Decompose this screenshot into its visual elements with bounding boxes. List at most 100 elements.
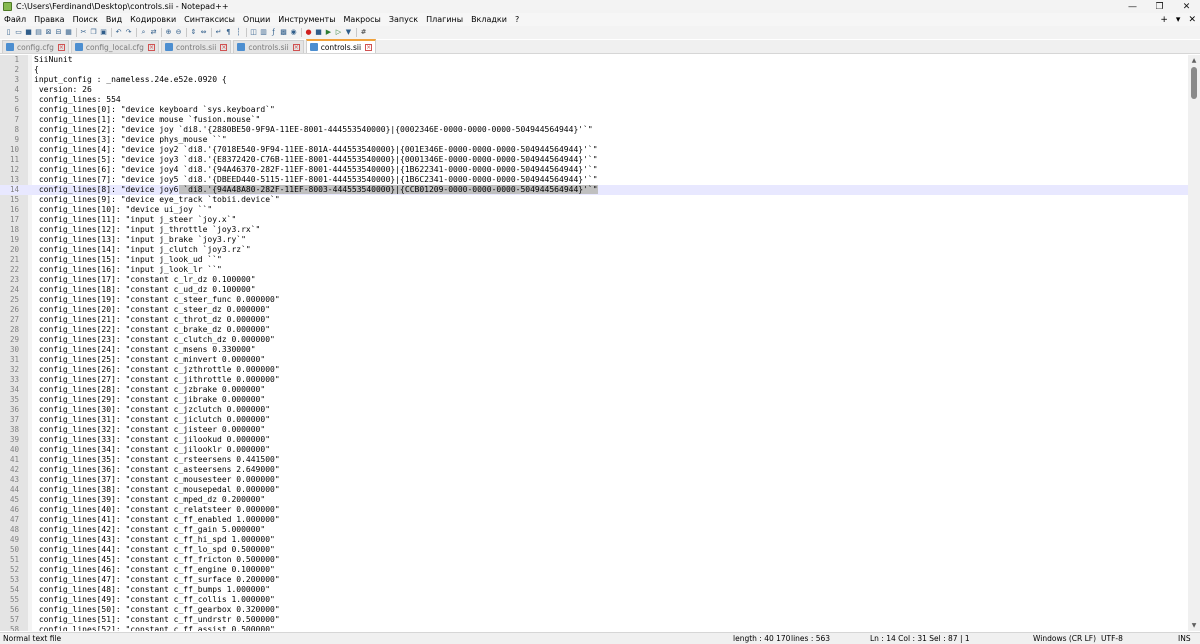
editor-line[interactable]: 10 config_lines[4]: "device joy2 `di8.'{…: [0, 145, 1188, 155]
close-window-button[interactable]: ✕: [1173, 0, 1200, 13]
editor-line[interactable]: 33 config_lines[27]: "constant c_jithrot…: [0, 375, 1188, 385]
editor-line[interactable]: 16 config_lines[10]: "device ui_joy ``": [0, 205, 1188, 215]
editor-line[interactable]: 4 version: 26: [0, 85, 1188, 95]
editor-line[interactable]: 2{: [0, 65, 1188, 75]
scroll-up-arrow-icon[interactable]: ▲: [1188, 57, 1200, 64]
play-macro-icon[interactable]: ▶: [324, 28, 333, 37]
menu-item-1[interactable]: Правка: [30, 15, 68, 24]
editor-line[interactable]: 45 config_lines[39]: "constant c_mped_dz…: [0, 495, 1188, 505]
line-text[interactable]: config_lines[33]: "constant c_jilookud 0…: [34, 435, 270, 445]
line-text[interactable]: {: [34, 65, 39, 75]
tab-0[interactable]: config.cfg ×: [2, 40, 69, 53]
menu-item-12[interactable]: ?: [511, 15, 523, 24]
line-text[interactable]: config_lines[21]: "constant c_throt_dz 0…: [34, 315, 270, 325]
indent-guide-icon[interactable]: ┆: [234, 28, 243, 37]
menu-item-0[interactable]: Файл: [0, 15, 30, 24]
line-text[interactable]: SiiNunit: [34, 55, 73, 65]
line-text[interactable]: config_lines[35]: "constant c_rsteersens…: [34, 455, 280, 465]
editor-line[interactable]: 6 config_lines[0]: "device keyboard `sys…: [0, 105, 1188, 115]
editor-line[interactable]: 44 config_lines[38]: "constant c_mousepe…: [0, 485, 1188, 495]
line-text[interactable]: config_lines[52]: "constant c_ff_assist …: [34, 625, 275, 631]
editor-lines[interactable]: 1 SiiNunit 2{3 input_config : _nameless.24e…: [0, 55, 1188, 631]
line-text[interactable]: config_lines[9]: "device eye_track `tobi…: [34, 195, 280, 205]
tab-close-icon[interactable]: ×: [220, 43, 228, 51]
editor-line[interactable]: 7 config_lines[1]: "device mouse `fusion…: [0, 115, 1188, 125]
editor-line[interactable]: 12 config_lines[6]: "device joy4 `di8.'{…: [0, 165, 1188, 175]
menu-item-2[interactable]: Поиск: [69, 15, 102, 24]
close-icon[interactable]: ⊠: [44, 28, 53, 37]
line-text[interactable]: config_lines[8]: "device joy6 `di8.'{94A…: [34, 185, 598, 195]
line-text[interactable]: config_lines[27]: "constant c_jithrottle…: [34, 375, 280, 385]
line-text[interactable]: config_lines[36]: "constant c_asteersens…: [34, 465, 280, 475]
line-text[interactable]: config_lines[4]: "device joy2 `di8.'{701…: [34, 145, 598, 155]
line-text[interactable]: config_lines[32]: "constant c_jisteer 0.…: [34, 425, 265, 435]
stop-macro-icon[interactable]: ■: [314, 28, 323, 37]
tab-2[interactable]: controls.sii ×: [160, 40, 232, 53]
line-text[interactable]: config_lines[5]: "device joy3 `di8.'{E83…: [34, 155, 598, 165]
line-text[interactable]: config_lines[42]: "constant c_ff_gain 5.…: [34, 525, 265, 535]
editor-line[interactable]: 32 config_lines[26]: "constant c_jzthrot…: [0, 365, 1188, 375]
tab-close-icon[interactable]: ×: [147, 43, 155, 51]
editor-line[interactable]: 53 config_lines[47]: "constant c_ff_surf…: [0, 575, 1188, 585]
editor-line[interactable]: 48 config_lines[42]: "constant c_ff_gain…: [0, 525, 1188, 535]
line-text[interactable]: config_lines[30]: "constant c_jzclutch 0…: [34, 405, 270, 415]
menu-item-10[interactable]: Плагины: [422, 15, 467, 24]
line-text[interactable]: config_lines[14]: "input j_clutch `joy3.…: [34, 245, 251, 255]
editor-line[interactable]: 23 config_lines[17]: "constant c_lr_dz 0…: [0, 275, 1188, 285]
editor-line[interactable]: 54 config_lines[48]: "constant c_ff_bump…: [0, 585, 1188, 595]
menu-item-4[interactable]: Кодировки: [126, 15, 180, 24]
line-text[interactable]: config_lines[7]: "device joy5 `di8.'{DBE…: [34, 175, 598, 185]
line-text[interactable]: config_lines[45]: "constant c_ff_fricton…: [34, 555, 280, 565]
cut-icon[interactable]: ✂: [79, 28, 88, 37]
editor-line[interactable]: 20 config_lines[14]: "input j_clutch `jo…: [0, 245, 1188, 255]
save-macro-icon[interactable]: ▼: [344, 28, 353, 37]
line-text[interactable]: config_lines[39]: "constant c_mped_dz 0.…: [34, 495, 265, 505]
editor-line[interactable]: 26 config_lines[20]: "constant c_steer_d…: [0, 305, 1188, 315]
editor-line[interactable]: 15 config_lines[9]: "device eye_track `t…: [0, 195, 1188, 205]
editor-line[interactable]: 28 config_lines[22]: "constant c_brake_d…: [0, 325, 1188, 335]
undo-icon[interactable]: ↶: [114, 28, 123, 37]
line-text[interactable]: config_lines[51]: "constant c_ff_undrstr…: [34, 615, 280, 625]
sync-vertical-icon[interactable]: ⇕: [189, 28, 198, 37]
print-icon[interactable]: ▦: [64, 28, 73, 37]
open-file-icon[interactable]: ▭: [14, 28, 23, 37]
editor-line[interactable]: 25 config_lines[19]: "constant c_steer_f…: [0, 295, 1188, 305]
menu-item-3[interactable]: Вид: [102, 15, 126, 24]
editor-line[interactable]: 38 config_lines[32]: "constant c_jisteer…: [0, 425, 1188, 435]
editor-line[interactable]: 36 config_lines[30]: "constant c_jzclutc…: [0, 405, 1188, 415]
editor-line[interactable]: 22 config_lines[16]: "input j_look_lr ``…: [0, 265, 1188, 275]
line-text[interactable]: config_lines[17]: "constant c_lr_dz 0.10…: [34, 275, 256, 285]
paste-icon[interactable]: ▣: [99, 28, 108, 37]
replace-icon[interactable]: ⇄: [149, 28, 158, 37]
line-text[interactable]: config_lines[10]: "device ui_joy ``": [34, 205, 212, 215]
line-text[interactable]: input_config : _nameless.24e.e52e.0920 {: [34, 75, 227, 85]
new-file-icon[interactable]: ▯: [4, 28, 13, 37]
editor-line[interactable]: 19 config_lines[13]: "input j_brake `joy…: [0, 235, 1188, 245]
editor-line[interactable]: 51 config_lines[45]: "constant c_ff_fric…: [0, 555, 1188, 565]
menu-item-11[interactable]: Вкладки: [467, 15, 511, 24]
line-text[interactable]: config_lines[43]: "constant c_ff_hi_spd …: [34, 535, 275, 545]
editor-line[interactable]: 27 config_lines[21]: "constant c_throt_d…: [0, 315, 1188, 325]
line-text[interactable]: config_lines[48]: "constant c_ff_bumps 1…: [34, 585, 270, 595]
tab-close-icon[interactable]: ×: [57, 43, 65, 51]
line-text[interactable]: config_lines[26]: "constant c_jzthrottle…: [34, 365, 280, 375]
line-text[interactable]: config_lines[20]: "constant c_steer_dz 0…: [34, 305, 270, 315]
editor-line[interactable]: 11 config_lines[5]: "device joy3 `di8.'{…: [0, 155, 1188, 165]
close-document-icon[interactable]: ✕: [1188, 15, 1196, 25]
line-text[interactable]: config_lines[1]: "device mouse `fusion.m…: [34, 115, 261, 125]
line-text[interactable]: config_lines[44]: "constant c_ff_lo_spd …: [34, 545, 275, 555]
editor-line[interactable]: 31 config_lines[25]: "constant c_minvert…: [0, 355, 1188, 365]
line-text[interactable]: config_lines[15]: "input j_look_ud ``": [34, 255, 222, 265]
editor-line[interactable]: 46 config_lines[40]: "constant c_relatst…: [0, 505, 1188, 515]
line-text[interactable]: config_lines[6]: "device joy4 `di8.'{94A…: [34, 165, 598, 175]
line-text[interactable]: config_lines[38]: "constant c_mousepedal…: [34, 485, 280, 495]
tab-close-icon[interactable]: ×: [292, 43, 300, 51]
line-text[interactable]: config_lines[37]: "constant c_mousesteer…: [34, 475, 280, 485]
function-list-icon[interactable]: ƒ: [269, 28, 278, 37]
line-text[interactable]: config_lines[50]: "constant c_ff_gearbox…: [34, 605, 280, 615]
line-text[interactable]: config_lines[11]: "input j_steer `joy.x`…: [34, 215, 236, 225]
save-all-icon[interactable]: ▤: [34, 28, 43, 37]
editor-line[interactable]: 43 config_lines[37]: "constant c_mousest…: [0, 475, 1188, 485]
tab-3[interactable]: controls.sii ×: [233, 40, 304, 53]
editor-line[interactable]: 9 config_lines[3]: "device phys_mouse ``…: [0, 135, 1188, 145]
